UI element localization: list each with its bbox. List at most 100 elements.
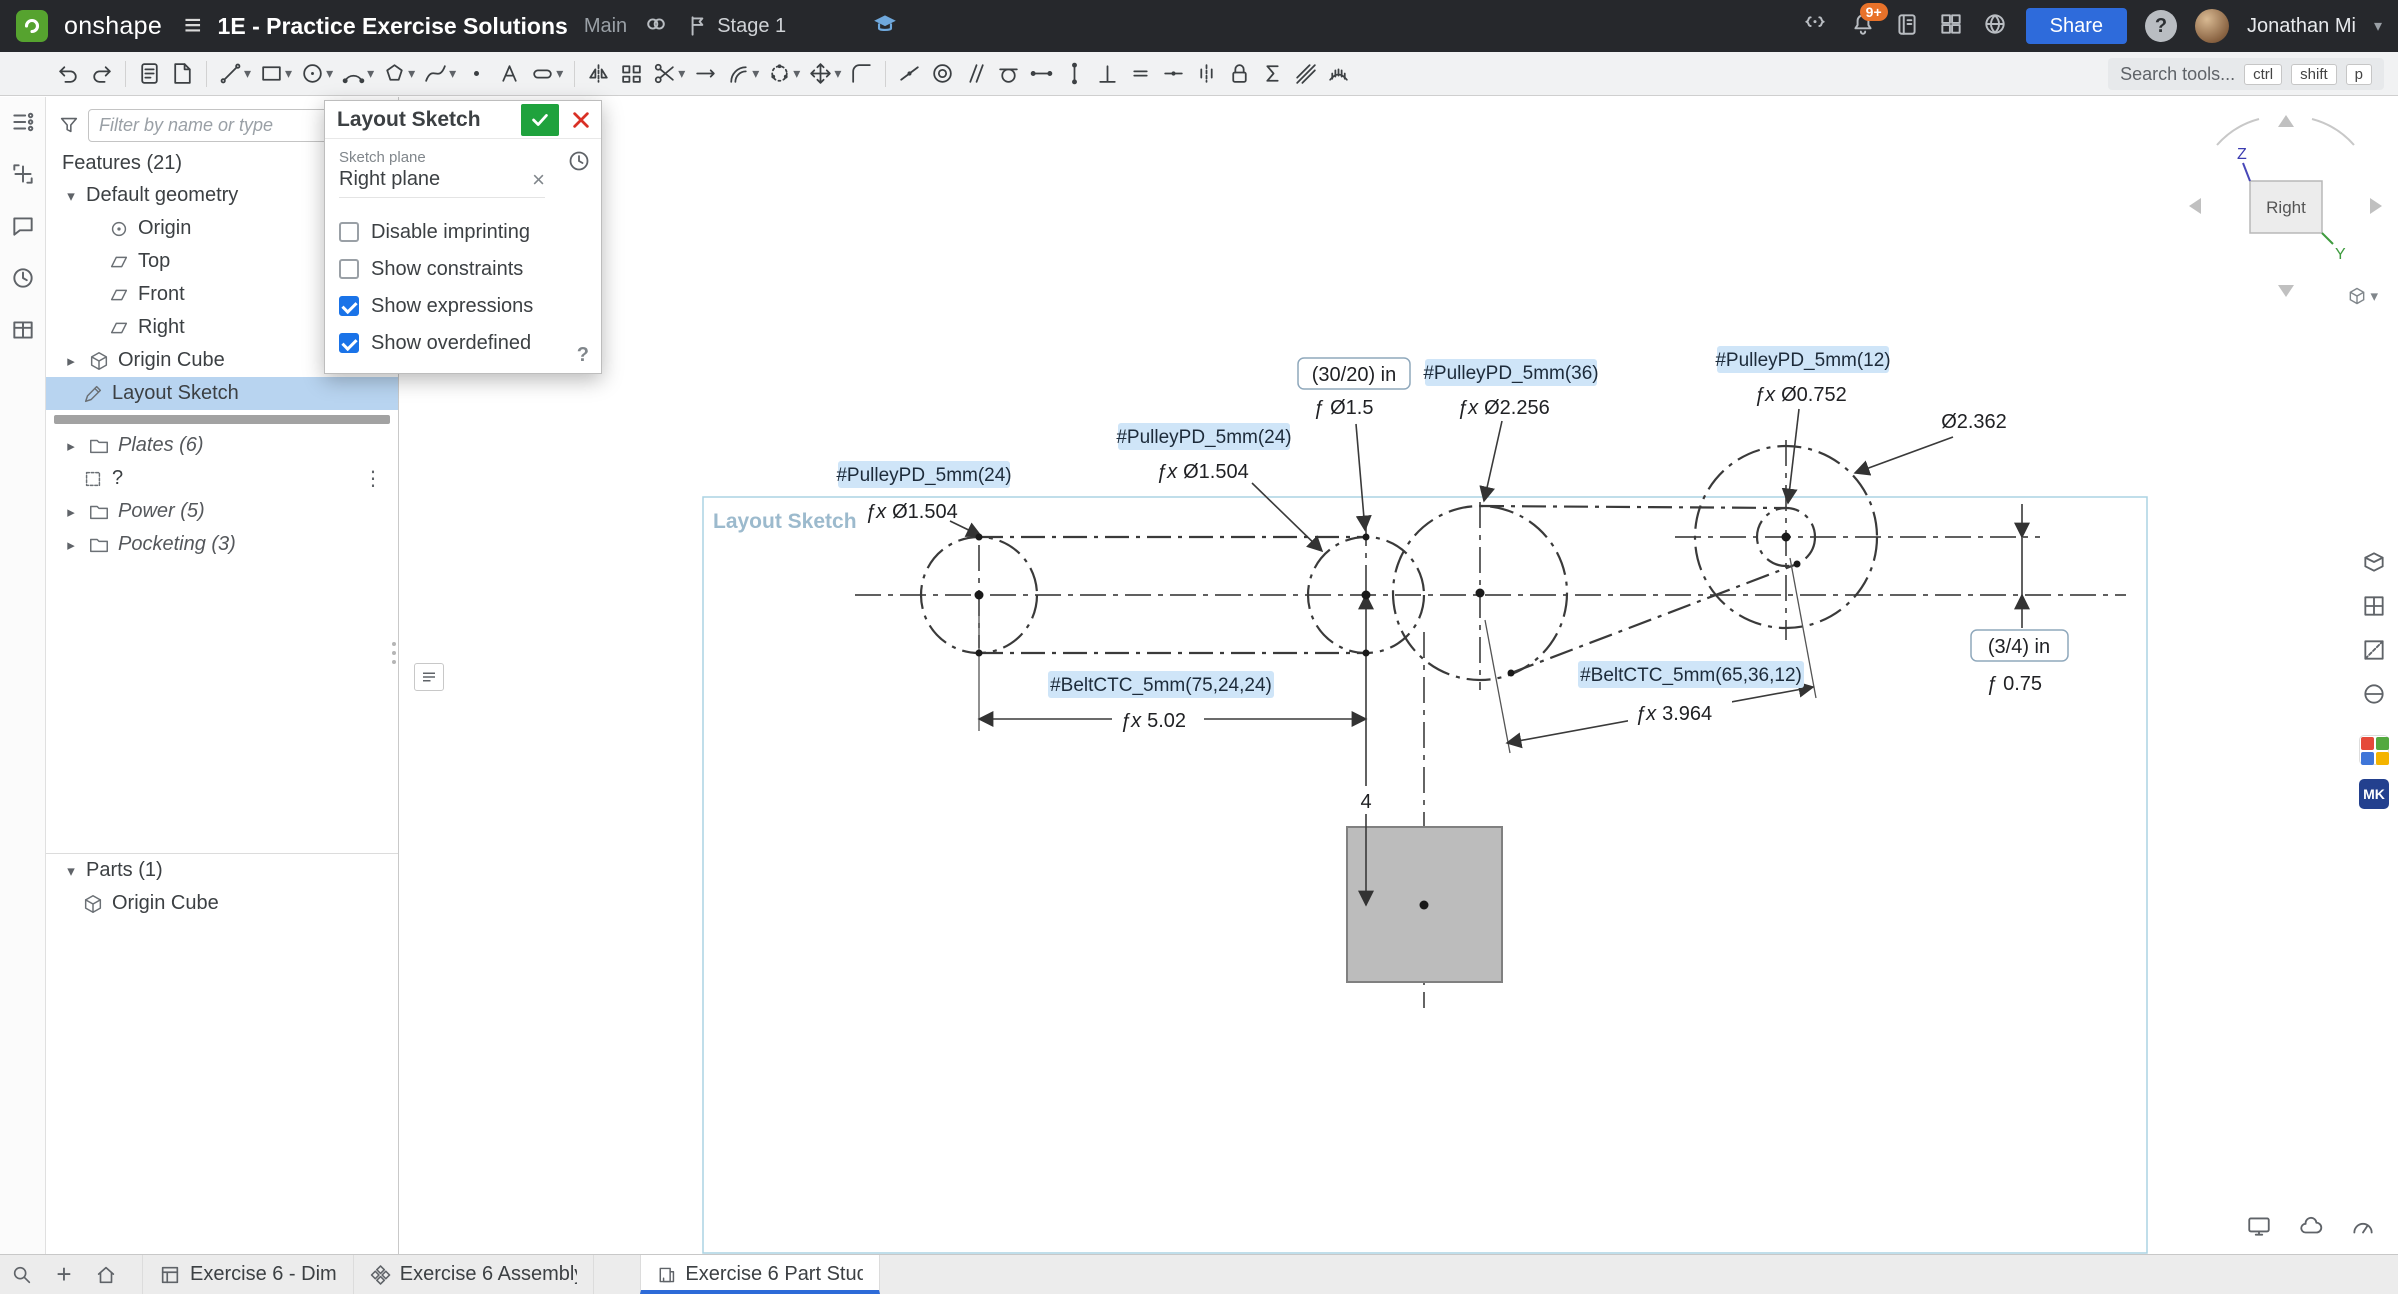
dimension-values[interactable]: ƒxØ1.504 ƒxØ1.504 ƒØ1.5 ƒxØ2.256 ƒxØ0.75… [865, 384, 2042, 814]
dropdown-caret-icon[interactable]: ▾ [793, 65, 800, 82]
mirror-tool[interactable] [582, 55, 615, 93]
rectangle-tool[interactable]: ▾ [255, 55, 296, 93]
transform-tool[interactable]: ▾ [804, 55, 845, 93]
dropdown-caret-icon[interactable]: ▾ [326, 65, 333, 82]
horizontal-constraint[interactable] [1025, 55, 1058, 93]
slot-tool[interactable]: ▾ [526, 55, 567, 93]
section-view-icon[interactable] [2356, 633, 2392, 667]
tab-exercise6-drawing[interactable]: Exercise 6 - Dim [142, 1255, 354, 1294]
rotate-down-arrow-icon[interactable] [2278, 285, 2294, 297]
rotate-arc-icon[interactable] [2217, 119, 2259, 145]
paste-sketch-icon[interactable] [133, 55, 166, 93]
concentric-constraint[interactable] [926, 55, 959, 93]
help-button[interactable]: ? [2145, 10, 2177, 42]
expand-caret-icon[interactable]: ▸ [62, 503, 80, 521]
view-options-icon[interactable] [2356, 545, 2392, 579]
graphics-canvas[interactable]: Layout Sketch [400, 97, 2398, 1254]
import-dxf-icon[interactable] [166, 55, 199, 93]
item-context-menu-icon[interactable]: ⋮ [363, 466, 384, 491]
perpendicular-constraint[interactable] [1091, 55, 1124, 93]
arc-tool[interactable]: ▾ [337, 55, 378, 93]
screen-capture-icon[interactable] [2246, 1213, 2272, 1244]
dialog-header[interactable]: Layout Sketch [325, 101, 601, 139]
search-tools[interactable]: Search tools... ctrl shift p [2108, 58, 2384, 90]
isometric-view-icon[interactable] [2356, 589, 2392, 623]
part-item-origin-cube[interactable]: Origin Cube [46, 887, 398, 920]
featurescript-icon[interactable] [1798, 7, 1832, 45]
tangent-constraint[interactable] [992, 55, 1025, 93]
history-icon[interactable] [10, 261, 36, 295]
tab-exercise6-assembly[interactable]: Exercise 6 Assembly [354, 1255, 594, 1294]
coincident-constraint[interactable] [893, 55, 926, 93]
fix-constraint[interactable] [1223, 55, 1256, 93]
feature-folder-power[interactable]: ▸ Power (5) [46, 495, 398, 528]
parts-header-row[interactable]: ▾ Parts (1) [46, 854, 398, 887]
rotate-arc-icon[interactable] [2312, 119, 2354, 145]
share-button[interactable]: Share [2026, 8, 2127, 44]
dropdown-caret-icon[interactable]: ▾ [834, 65, 841, 82]
filter-funnel-icon[interactable] [58, 114, 80, 136]
dropdown-caret-icon[interactable]: ▾ [367, 65, 374, 82]
add-tab-button[interactable]: + [44, 1255, 84, 1294]
app-badge-mk-icon[interactable]: MK [2359, 779, 2389, 809]
checkbox[interactable] [339, 222, 359, 242]
onshape-logo-icon[interactable] [16, 10, 48, 42]
trim-tool[interactable]: ▾ [648, 55, 689, 93]
checkbox[interactable] [339, 333, 359, 353]
panel-resize-grip[interactable] [392, 642, 396, 664]
view-menu-button[interactable]: ▾ [2347, 286, 2378, 306]
extend-tool[interactable] [689, 55, 722, 93]
curvature-comb-icon[interactable] [1322, 55, 1355, 93]
notebook-icon[interactable] [1894, 11, 1920, 42]
rollback-bar[interactable] [54, 415, 390, 424]
notifications-bell-icon[interactable]: 9+ [1850, 11, 1876, 42]
dropdown-caret-icon[interactable]: ▾ [408, 65, 415, 82]
dropdown-caret-icon[interactable]: ▾ [449, 65, 456, 82]
midpoint-constraint[interactable] [1157, 55, 1190, 93]
circular-pattern-tool[interactable]: ▾ [763, 55, 804, 93]
expand-caret-icon[interactable]: ▸ [62, 352, 80, 370]
learning-center-icon[interactable] [872, 11, 898, 42]
cancel-button[interactable] [565, 104, 597, 136]
dropdown-caret-icon[interactable]: ▾ [244, 65, 251, 82]
branch-indicator[interactable]: Stage 1 [685, 13, 786, 39]
display-states-icon[interactable] [2356, 677, 2392, 711]
insert-icon[interactable] [10, 157, 36, 191]
boxed-dimensions[interactable]: (30/20) in (3/4) in [1298, 358, 2068, 661]
point-tool[interactable] [460, 55, 493, 93]
dropdown-caret-icon[interactable]: ▾ [678, 65, 685, 82]
user-menu-caret-icon[interactable]: ▾ [2374, 16, 2382, 36]
checkbox[interactable] [339, 296, 359, 316]
tab-exercise6-part-studio[interactable]: Exercise 6 Part Studio [640, 1255, 880, 1294]
polygon-tool[interactable]: ▾ [378, 55, 419, 93]
resources-globe-icon[interactable] [1982, 11, 2008, 42]
rotate-right-arrow-icon[interactable] [2370, 198, 2382, 214]
app-store-grid-icon[interactable] [1938, 11, 1964, 42]
home-tab-icon[interactable] [84, 1255, 128, 1294]
expression-sum-icon[interactable] [1256, 55, 1289, 93]
offset-tool[interactable]: ▾ [722, 55, 763, 93]
feature-folder-pocketing[interactable]: ▸ Pocketing (3) [46, 528, 398, 561]
feature-item-unknown[interactable]: ? ⋮ [46, 462, 398, 495]
performance-gauge-icon[interactable] [2350, 1213, 2376, 1244]
suppression-clock-icon[interactable] [567, 149, 591, 176]
text-tool[interactable] [493, 55, 526, 93]
spline-tool[interactable]: ▾ [419, 55, 460, 93]
symmetry-constraint[interactable] [1190, 55, 1223, 93]
user-avatar[interactable] [2195, 9, 2229, 43]
circle-tool[interactable]: ▾ [296, 55, 337, 93]
collapse-caret-icon[interactable]: ▾ [62, 862, 80, 880]
feature-folder-plates[interactable]: ▸ Plates (6) [46, 429, 398, 462]
expand-caret-icon[interactable]: ▸ [62, 536, 80, 554]
tables-icon[interactable] [10, 313, 36, 347]
fillet-tool[interactable] [845, 55, 878, 93]
undo-button[interactable] [52, 55, 85, 93]
sketch-plane-field[interactable]: Right plane × [339, 166, 545, 198]
workspace-name[interactable]: Main [584, 15, 627, 38]
feature-list-icon[interactable] [10, 105, 36, 139]
rotate-up-arrow-icon[interactable] [2278, 115, 2294, 127]
confirm-button[interactable] [521, 104, 559, 136]
hatch-icon[interactable] [1289, 55, 1322, 93]
redo-button[interactable] [85, 55, 118, 93]
clear-selection-icon[interactable]: × [532, 169, 545, 191]
